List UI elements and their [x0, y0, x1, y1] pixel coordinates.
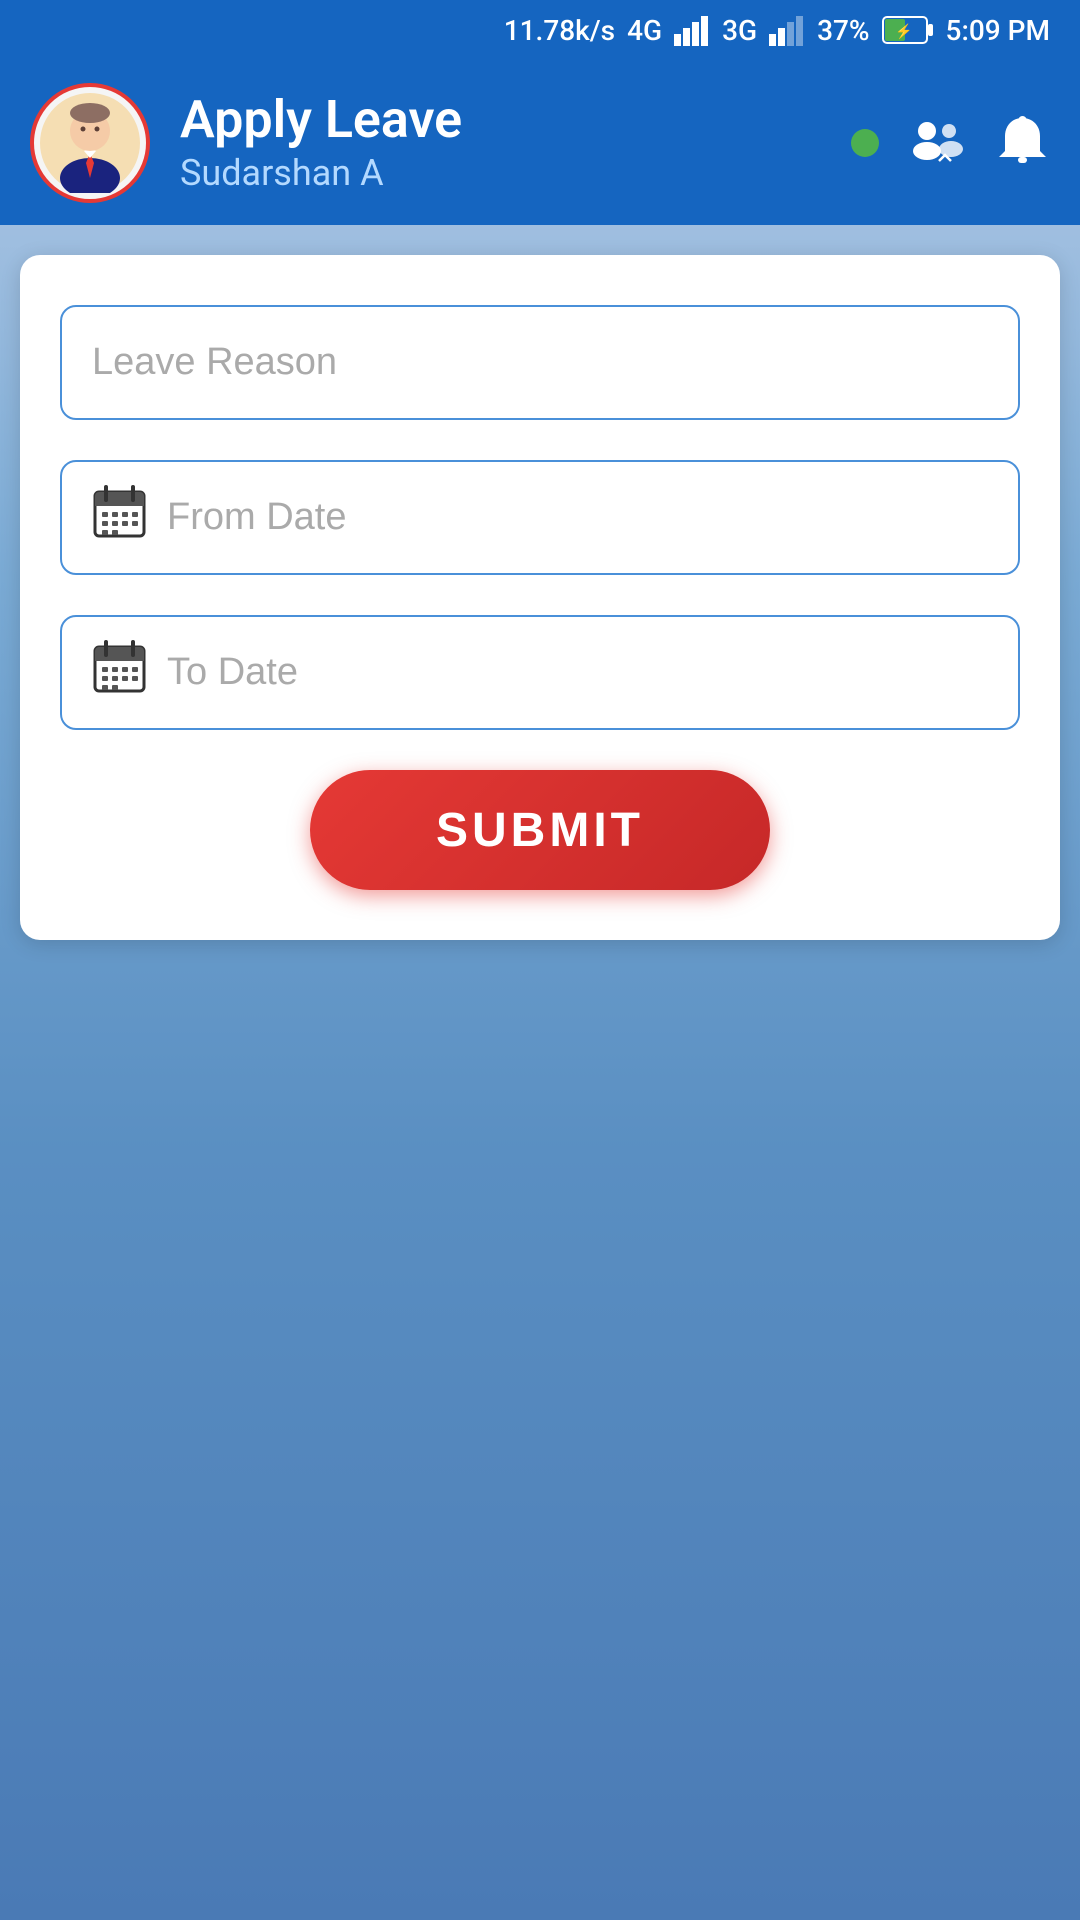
- svg-text:⚡: ⚡: [895, 23, 912, 40]
- notification-icon[interactable]: [995, 113, 1050, 173]
- from-date-input[interactable]: [167, 496, 988, 539]
- header-actions: [851, 113, 1050, 173]
- user-name: Sudarshan A: [180, 152, 821, 194]
- header-title-section: Apply Leave Sudarshan A: [180, 91, 821, 194]
- from-date-calendar-icon: [92, 484, 147, 552]
- online-status-indicator: [851, 129, 879, 157]
- from-date-field[interactable]: [60, 460, 1020, 575]
- time: 5:09 PM: [946, 14, 1050, 47]
- signal-3g-icon: [769, 14, 805, 46]
- status-bar: 11.78k/s 4G 3G 37% ⚡ 5:09 PM: [0, 0, 1080, 60]
- switch-users-icon[interactable]: [907, 113, 967, 173]
- signal-3g: 3G: [722, 14, 757, 47]
- network-type: 4G: [627, 14, 662, 47]
- leave-reason-input[interactable]: [92, 341, 988, 384]
- header: Apply Leave Sudarshan A: [0, 60, 1080, 225]
- signal-4g-icon: [674, 14, 710, 46]
- battery-icon: ⚡: [882, 16, 934, 44]
- calendar-svg-2: [92, 639, 147, 694]
- avatar: [30, 83, 150, 203]
- calendar-svg: [92, 484, 147, 539]
- page-title: Apply Leave: [180, 91, 821, 148]
- to-date-field[interactable]: [60, 615, 1020, 730]
- leave-reason-field[interactable]: [60, 305, 1020, 420]
- to-date-calendar-icon: [92, 639, 147, 707]
- network-speed: 11.78k/s: [504, 14, 615, 47]
- form-card: SUBMIT: [20, 255, 1060, 940]
- to-date-input[interactable]: [167, 651, 988, 694]
- avatar-image: [40, 93, 140, 193]
- submit-button[interactable]: SUBMIT: [310, 770, 770, 890]
- battery-percent: 37%: [817, 14, 869, 47]
